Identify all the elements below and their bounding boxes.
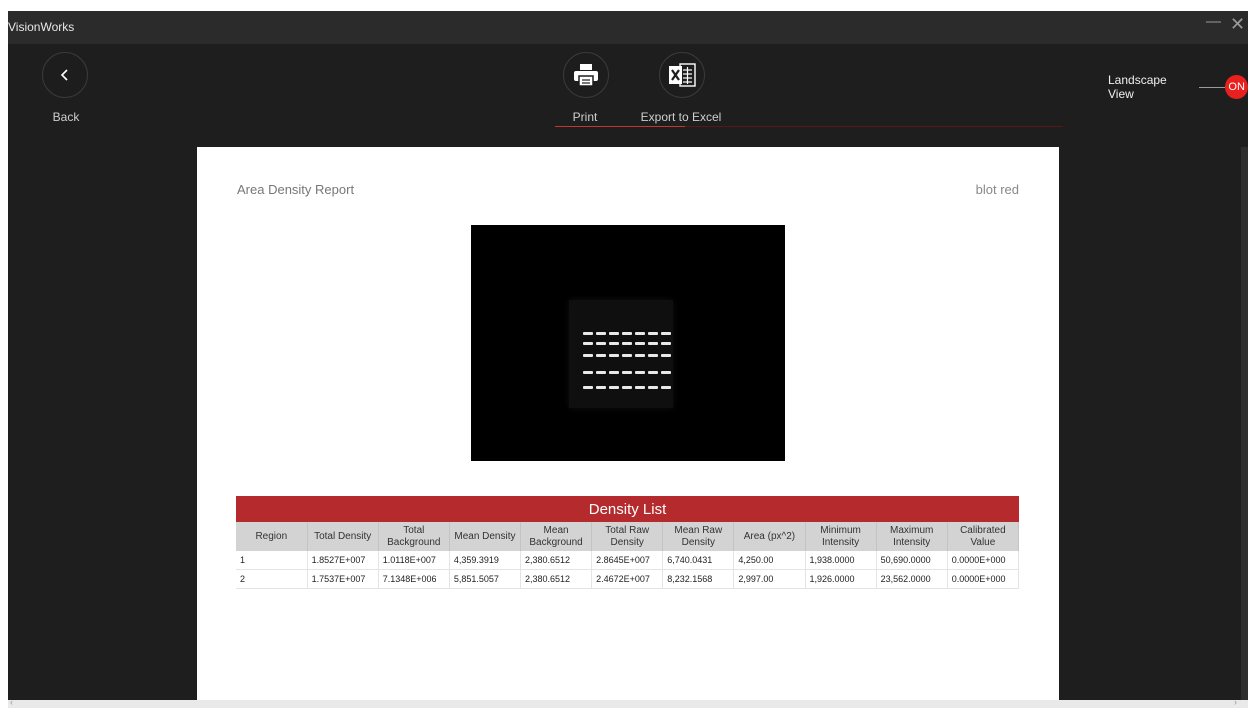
app-title: VisionWorks xyxy=(8,20,75,34)
app-window: VisionWorks — ✕ Back Print Export to Exc… xyxy=(8,11,1248,708)
table-header-row: Region Total Density Total Background Me… xyxy=(236,522,1020,551)
column-header: Calibrated Value xyxy=(947,522,1020,551)
toolbar-underline xyxy=(555,126,1063,127)
chevron-left-icon xyxy=(60,69,68,81)
table-cell: 1,938.0000 xyxy=(805,551,877,570)
table-cell: 2.4672E+007 xyxy=(591,569,664,589)
column-header: Mean Raw Density xyxy=(662,522,735,551)
printer-icon xyxy=(574,64,598,87)
table-cell: 1.0118E+007 xyxy=(378,551,450,570)
title-bar: VisionWorks — ✕ xyxy=(8,11,1248,44)
table-cell: 23,562.0000 xyxy=(876,569,948,589)
minimize-button[interactable]: — xyxy=(1206,13,1221,30)
excel-icon xyxy=(669,63,696,87)
report-page: Area Density Report blot red Density Lis… xyxy=(197,147,1059,707)
back-label: Back xyxy=(52,110,80,124)
column-header: Region xyxy=(236,522,308,551)
column-header: Total Density xyxy=(307,522,379,551)
blot-image xyxy=(471,225,785,461)
column-header: Maximum Intensity xyxy=(876,522,948,551)
back-button-circle[interactable] xyxy=(42,52,88,98)
table-cell: 0.0000E+000 xyxy=(947,551,1020,570)
column-header: Total Background xyxy=(378,522,450,551)
table-row: 1 1.8527E+007 1.0118E+007 4,359.3919 2,3… xyxy=(236,551,1020,570)
print-label: Print xyxy=(572,110,598,124)
table-cell: 0.0000E+000 xyxy=(947,569,1020,589)
print-button[interactable]: Print xyxy=(540,52,630,124)
horizontal-scrollbar[interactable]: ‹ › xyxy=(8,697,1248,708)
table-cell: 4,359.3919 xyxy=(449,551,522,570)
column-header: Area (px^2) xyxy=(733,522,806,551)
toolbar: Back Print Export to Excel Landscape Vie… xyxy=(8,44,1248,128)
export-excel-button[interactable]: Export to Excel xyxy=(636,52,726,124)
back-button[interactable]: Back xyxy=(38,52,92,124)
export-excel-button-circle[interactable] xyxy=(659,52,705,98)
table-cell: 1.8527E+007 xyxy=(307,551,379,570)
table-cell: 2,997.00 xyxy=(733,569,806,589)
close-button[interactable]: ✕ xyxy=(1230,14,1245,35)
table-cell: 5,851.5057 xyxy=(449,569,522,589)
table-cell: 6,740.0431 xyxy=(662,551,735,570)
table-cell: 1 xyxy=(236,551,308,570)
print-button-circle[interactable] xyxy=(563,52,609,98)
table-cell: 2.8645E+007 xyxy=(591,551,664,570)
vertical-scrollbar[interactable] xyxy=(1241,147,1248,703)
image-name: blot red xyxy=(975,182,1019,197)
density-list-title: Density List xyxy=(236,496,1019,522)
table-cell: 2,380.6512 xyxy=(520,551,593,570)
table-cell: 8,232.1568 xyxy=(662,569,735,589)
table-row: 2 1.7537E+007 7.1348E+006 5,851.5057 2,3… xyxy=(236,569,1020,589)
export-label: Export to Excel xyxy=(640,110,722,124)
landscape-view-toggle[interactable]: Landscape View ON xyxy=(1108,73,1248,101)
table-cell: 4,250.00 xyxy=(733,551,806,570)
toggle-track xyxy=(1198,86,1226,88)
density-list: Density List Region Total Density Total … xyxy=(236,496,1020,589)
blot-membrane xyxy=(569,300,673,408)
scroll-left-icon[interactable]: ‹ xyxy=(10,697,13,707)
landscape-label: Landscape View xyxy=(1108,73,1167,101)
toggle-on-indicator[interactable]: ON xyxy=(1225,75,1248,99)
column-header: Mean Density xyxy=(449,522,522,551)
column-header: Minimum Intensity xyxy=(805,522,877,551)
density-table: Region Total Density Total Background Me… xyxy=(236,522,1020,589)
table-cell: 2 xyxy=(236,569,308,589)
report-viewer: Area Density Report blot red Density Lis… xyxy=(8,128,1248,707)
column-header: Mean Background xyxy=(520,522,593,551)
table-cell: 1,926.0000 xyxy=(805,569,877,589)
table-cell: 1.7537E+007 xyxy=(307,569,379,589)
table-cell: 50,690.0000 xyxy=(876,551,948,570)
table-cell: 7.1348E+006 xyxy=(378,569,450,589)
table-cell: 2,380.6512 xyxy=(520,569,593,589)
report-title: Area Density Report xyxy=(237,182,355,197)
column-header: Total Raw Density xyxy=(591,522,664,551)
scroll-right-icon[interactable]: › xyxy=(1234,697,1237,707)
